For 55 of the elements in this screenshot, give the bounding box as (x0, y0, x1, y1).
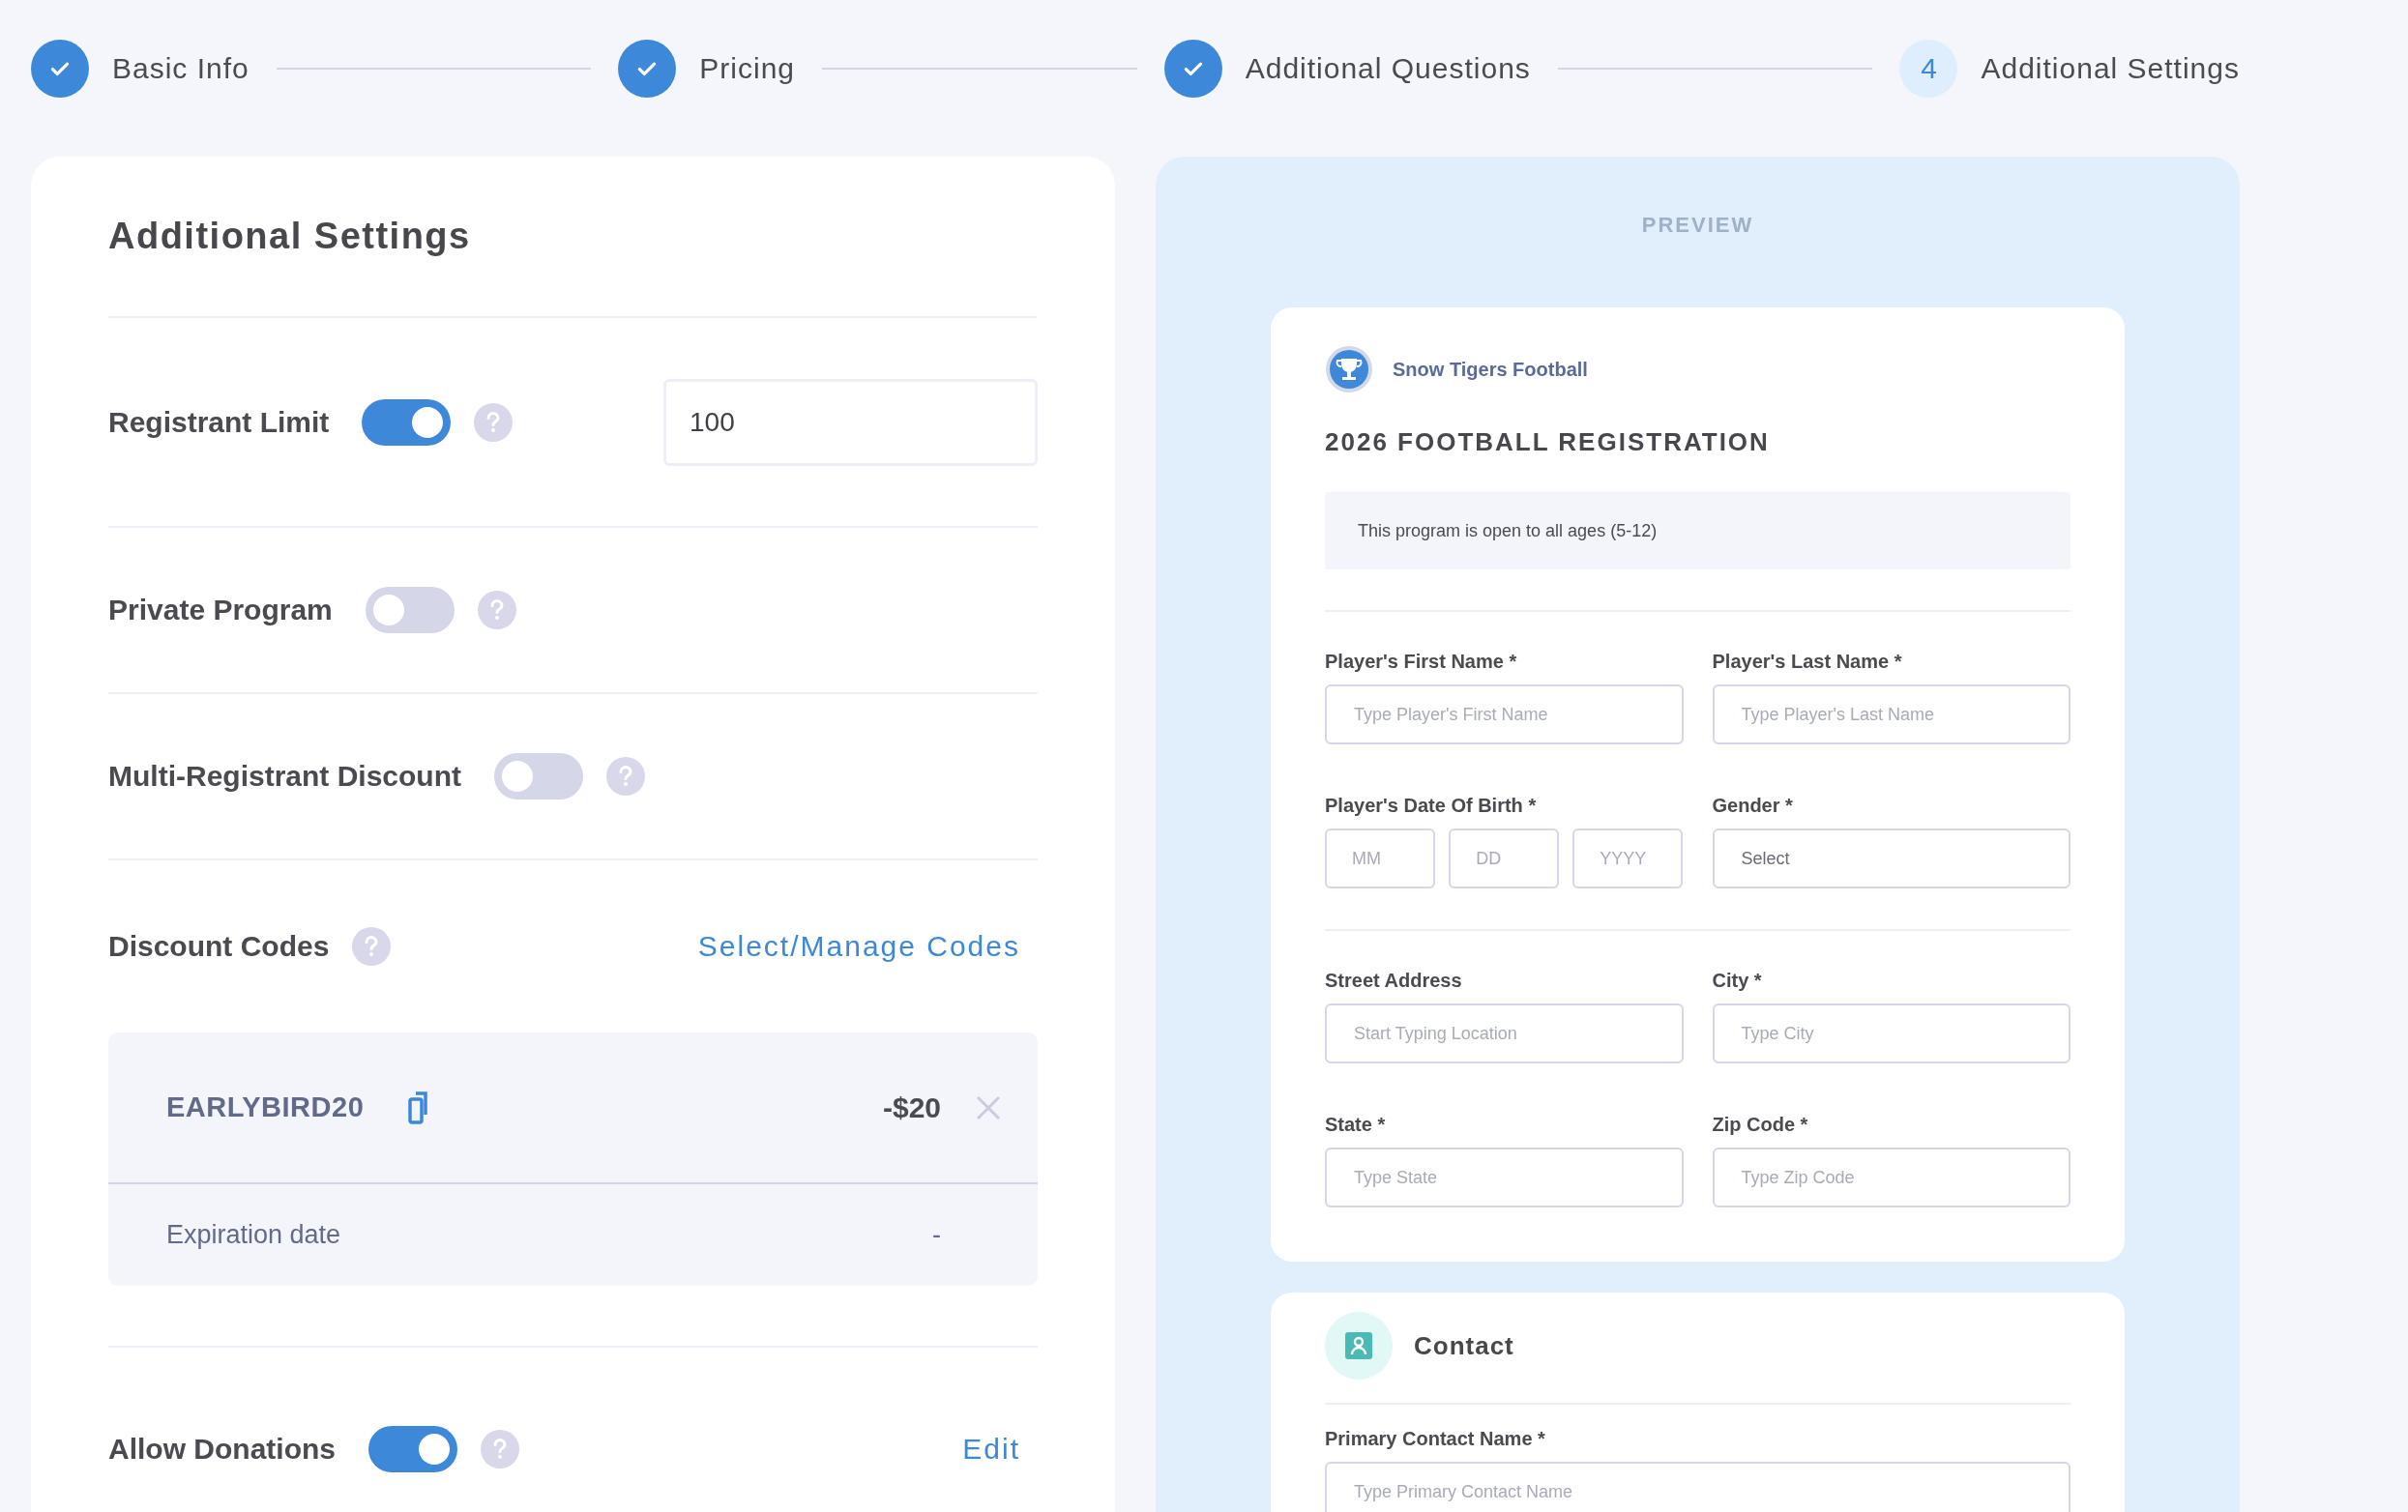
notice-text: This program is open to all ages (5-12) (1358, 520, 1658, 541)
help-icon[interactable] (477, 591, 516, 629)
field-label: Player's First Name * (1325, 651, 1518, 673)
form-title: 2026 FOOTBALL REGISTRATION (1325, 427, 1771, 457)
field-label: Street Address (1325, 970, 1463, 992)
field-label: Zip Code * (1712, 1114, 1809, 1136)
field-label: Gender * (1712, 795, 1794, 817)
text-field[interactable]: Type Player's Last Name (1712, 684, 2070, 744)
step-label[interactable]: Additional Questions (1245, 52, 1531, 85)
text-field[interactable]: Type Primary Contact Name (1325, 1462, 2070, 1512)
field-label: State * (1325, 1114, 1387, 1136)
toggle-switch[interactable] (368, 1426, 457, 1472)
code-amount: -$20 (882, 1090, 941, 1124)
close-icon[interactable] (976, 1094, 1001, 1120)
trophy-icon (1325, 345, 1373, 393)
field-label: City * (1712, 970, 1763, 992)
expiration-label: Expiration date (166, 1220, 341, 1250)
toggle-switch[interactable] (365, 587, 455, 633)
manage-codes-link[interactable]: Select/Manage Codes (697, 930, 1020, 963)
panel-title: Additional Settings (108, 157, 1038, 318)
step-label[interactable]: Basic Info (112, 52, 250, 85)
text-field[interactable]: Type Zip Code (1712, 1148, 2070, 1207)
expiration-value: - (932, 1220, 941, 1250)
edit-link[interactable]: Edit (962, 1433, 1020, 1466)
field-label: Primary Contact Name * (1325, 1428, 1546, 1450)
text-field[interactable]: Type Player's First Name (1325, 684, 1684, 744)
help-icon[interactable] (474, 402, 514, 442)
text-field[interactable]: Type City (1712, 1003, 2070, 1063)
date-part-field[interactable]: DD (1449, 829, 1560, 888)
setting-label: Discount Codes (108, 930, 330, 963)
text-field[interactable]: Start Typing Location (1325, 1003, 1684, 1063)
help-icon[interactable] (606, 757, 645, 796)
organization-name: Snow Tigers Football (1393, 358, 1588, 381)
setting-label: Multi-Registrant Discount (108, 760, 461, 793)
toggle-switch[interactable] (494, 753, 583, 800)
help-icon[interactable] (352, 927, 392, 966)
setting-label: Registrant Limit (108, 405, 330, 439)
setting-label: Allow Donations (108, 1433, 336, 1466)
step-number: 4 (1899, 40, 1958, 98)
select-field[interactable]: Select (1712, 829, 2070, 888)
limit-input[interactable]: 100 (663, 378, 1038, 466)
section-title: Contact (1414, 1330, 1514, 1361)
step-label[interactable]: Additional Settings (1981, 52, 2240, 85)
setting-label: Private Program (108, 594, 333, 626)
date-part-field[interactable]: YYYY (1572, 829, 1684, 888)
copy-icon[interactable] (408, 1090, 430, 1125)
help-icon[interactable] (481, 1430, 519, 1468)
step-label[interactable]: Pricing (699, 52, 796, 85)
date-part-field[interactable]: MM (1325, 829, 1436, 888)
text-field[interactable]: Type State (1325, 1148, 1684, 1207)
preview-heading: PREVIEW (1641, 212, 1754, 238)
field-label: Player's Last Name * (1712, 651, 1903, 673)
field-label: Player's Date Of Birth * (1325, 795, 1538, 817)
code-name: EARLYBIRD20 (166, 1091, 365, 1123)
toggle-switch[interactable] (362, 398, 452, 446)
